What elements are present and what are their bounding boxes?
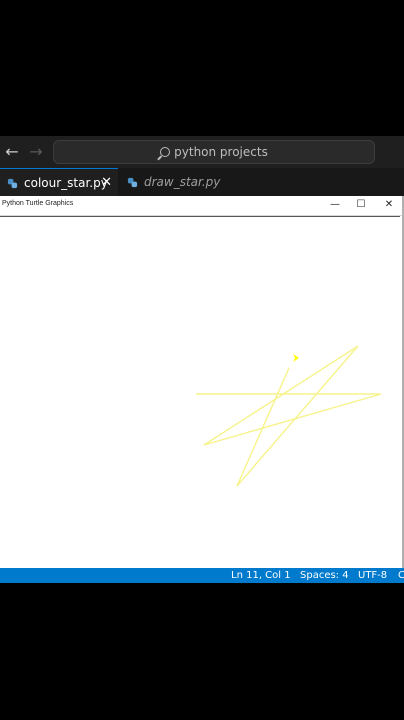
turtle-graphics-window: Python Turtle Graphics — ☐ ✕ [0, 196, 404, 568]
status-bar: Ln 11, Col 1 Spaces: 4 UTF-8 C [0, 568, 404, 583]
command-search-input[interactable]: python projects [53, 140, 375, 164]
search-icon [160, 147, 171, 157]
tab-label: colour_star.py [24, 176, 108, 190]
close-icon[interactable]: ✕ [101, 169, 112, 197]
python-file-icon [127, 177, 138, 188]
status-item-truncated[interactable]: C [398, 568, 404, 583]
forward-arrow-icon[interactable]: → [27, 143, 45, 161]
tab-draw-star[interactable]: draw_star.py [120, 168, 260, 196]
search-text: python projects [174, 145, 268, 159]
star-drawing [196, 345, 382, 487]
tab-colour-star[interactable]: colour_star.py ✕ [0, 168, 118, 196]
turtle-canvas [196, 345, 382, 487]
back-arrow-icon[interactable]: ← [3, 143, 21, 161]
python-file-icon [7, 178, 18, 189]
tab-bar: colour_star.py ✕ draw_star.py [0, 168, 404, 196]
editor-titlebar: ← → python projects [0, 136, 404, 169]
indentation-setting[interactable]: Spaces: 4 [300, 568, 349, 583]
file-encoding[interactable]: UTF-8 [358, 568, 387, 583]
tab-label: draw_star.py [144, 175, 221, 189]
cursor-position[interactable]: Ln 11, Col 1 [231, 568, 291, 583]
turtle-cursor-icon [293, 354, 299, 362]
